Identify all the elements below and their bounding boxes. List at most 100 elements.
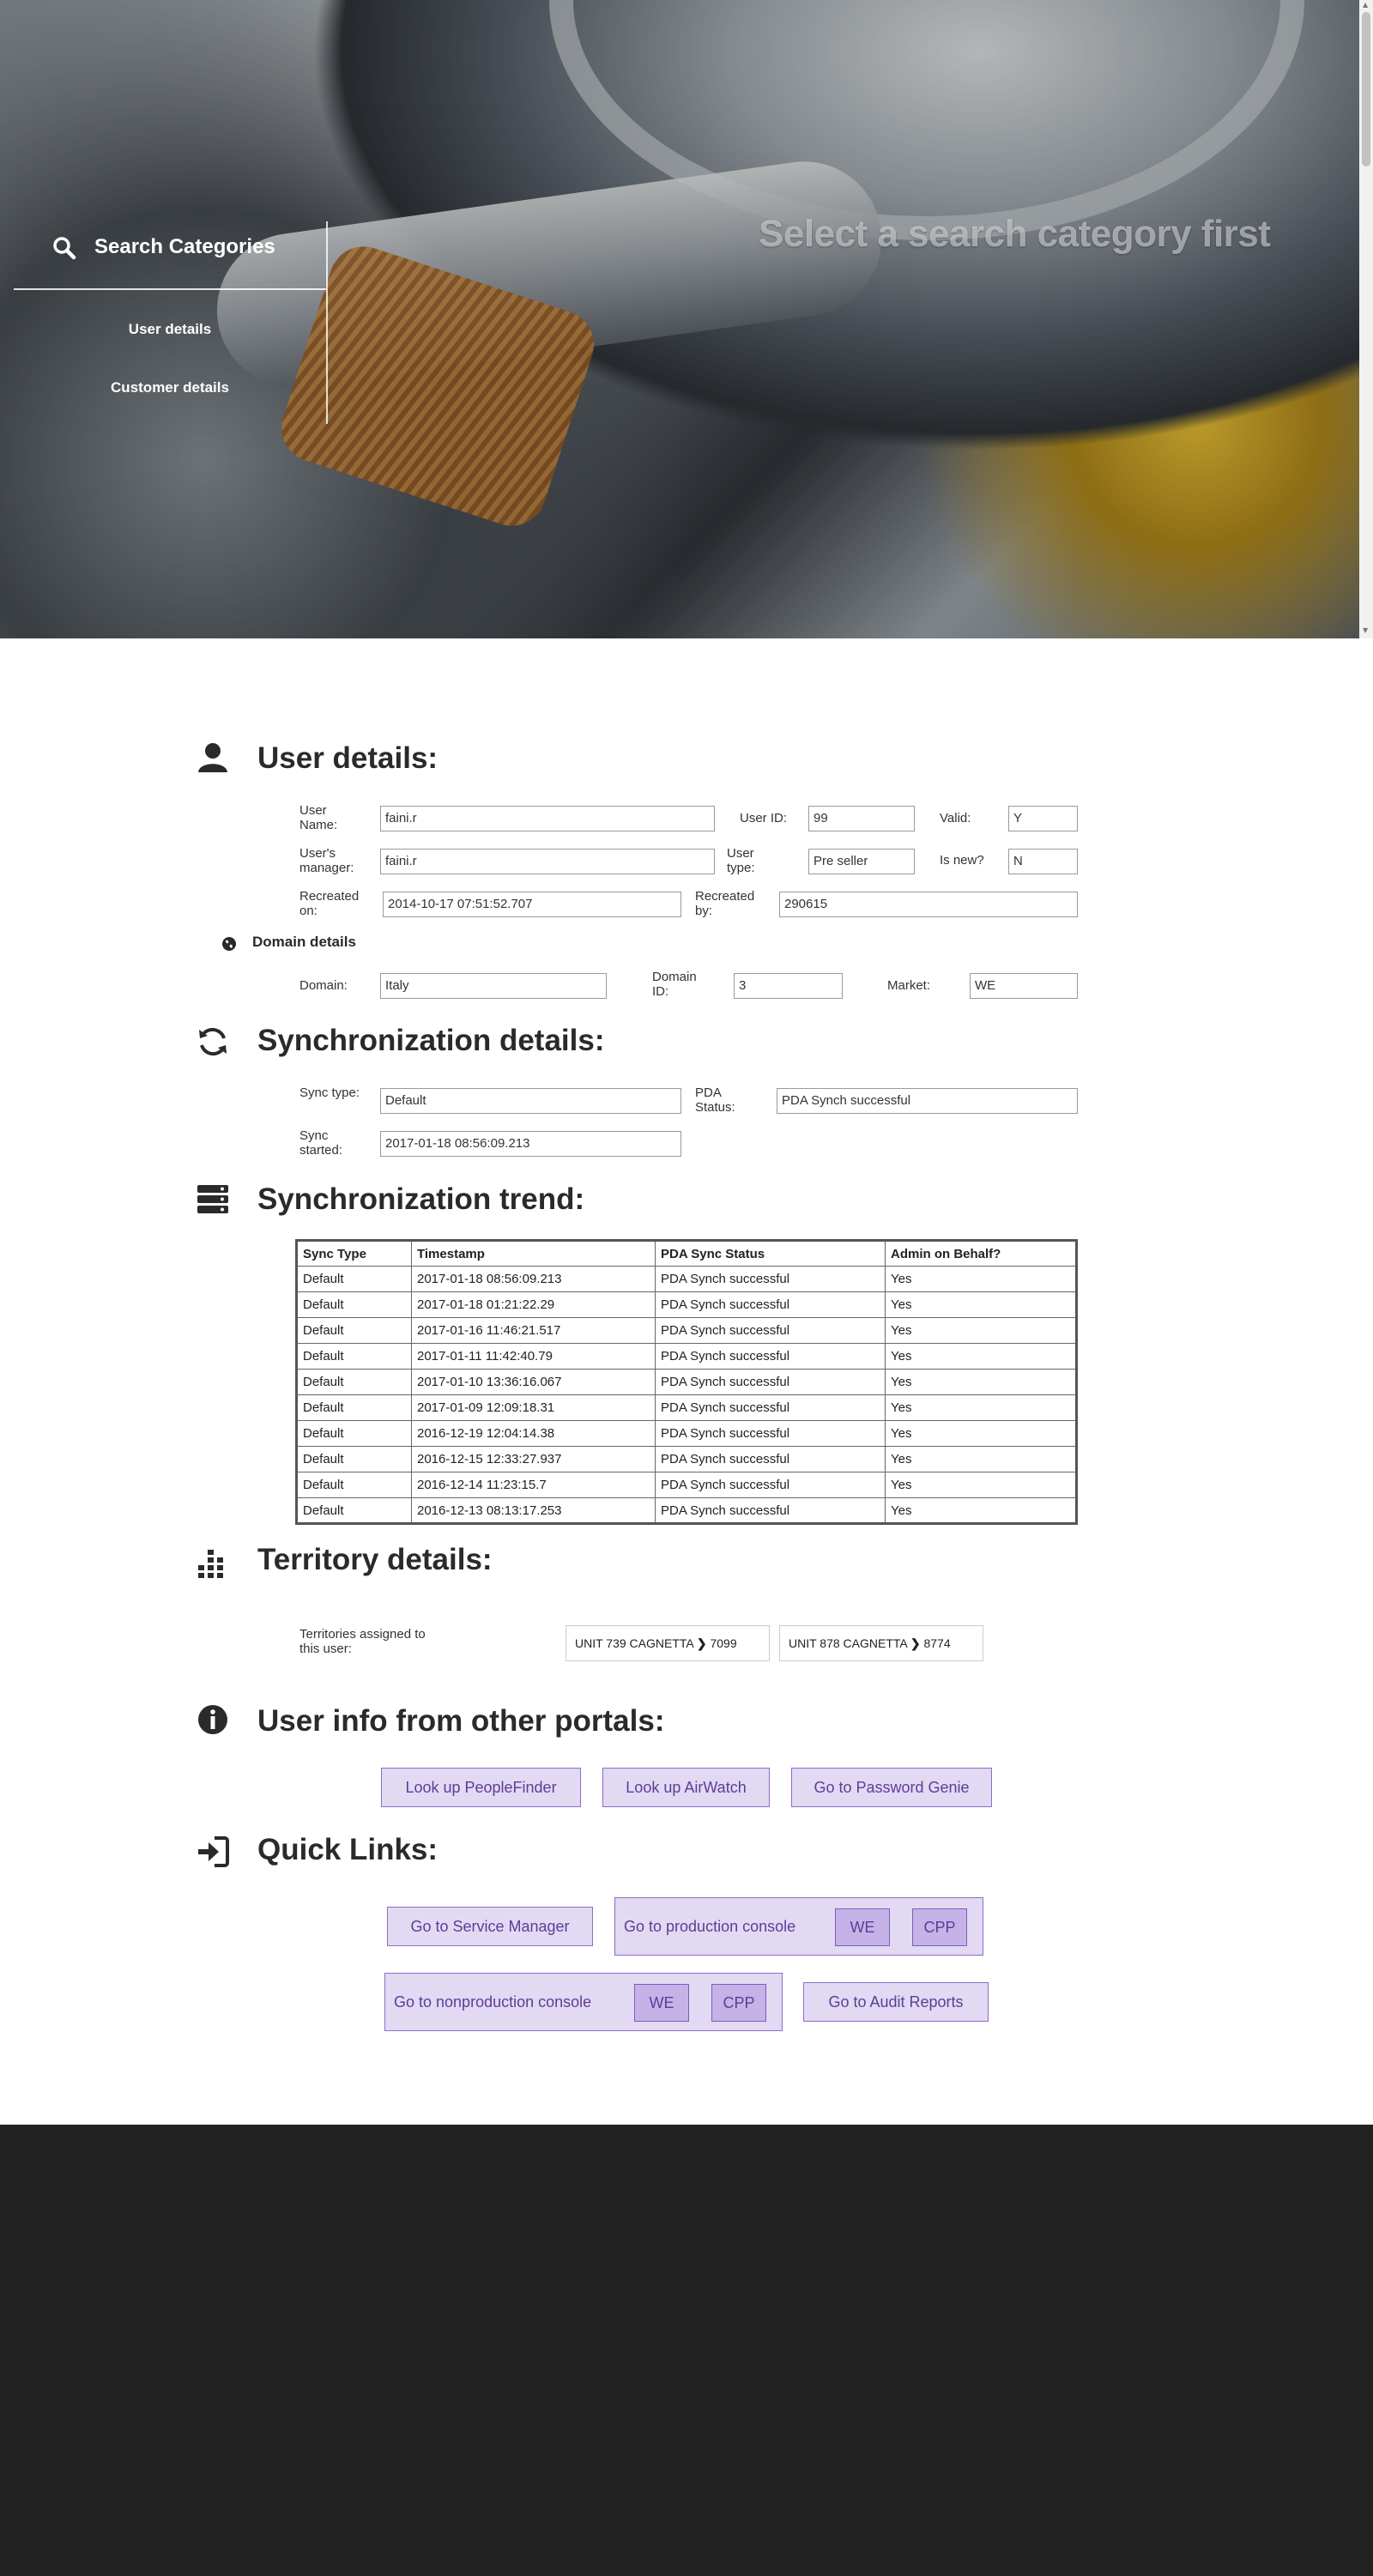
table-row: Default 2017-01-16 11:46:21.517 PDA Synch … — [296, 1317, 1077, 1344]
table-cell: 2016-12-19 12:04:14.38 — [411, 1420, 656, 1447]
recreated-by-field[interactable]: 290615 — [779, 892, 1078, 917]
pda-status-label: PDA Status: — [695, 1085, 735, 1115]
sign-in-icon — [198, 1836, 229, 1867]
sync-type-label: Sync type: — [299, 1085, 360, 1100]
search-icon — [53, 237, 76, 260]
table-cell: 2017-01-18 01:21:22.29 — [411, 1291, 656, 1318]
domain-field[interactable]: Italy — [380, 973, 607, 999]
portals-title: User info from other portals: — [257, 1704, 665, 1738]
territories-assigned-label: Territories assigned to this user: — [299, 1627, 426, 1656]
user-name-field[interactable]: faini.r — [380, 806, 715, 831]
domain-label: Domain: — [299, 978, 348, 993]
table-cell: Yes — [885, 1394, 1077, 1421]
table-cell: Default — [296, 1472, 412, 1498]
table-cell: 2017-01-09 12:09:18.31 — [411, 1394, 656, 1421]
table-row: Default 2017-01-09 12:09:18.31 PDA Synch s… — [296, 1394, 1077, 1421]
table-cell: Default — [296, 1266, 412, 1292]
user-type-field[interactable]: Pre seller — [808, 849, 915, 874]
search-panel-divider — [326, 221, 328, 424]
is-new-field[interactable]: N — [1008, 849, 1078, 874]
table-cell: 2017-01-11 11:42:40.79 — [411, 1343, 656, 1370]
manager-field[interactable]: faini.r — [380, 849, 715, 874]
table-cell: 2016-12-14 11:23:15.7 — [411, 1472, 656, 1498]
user-icon — [198, 743, 227, 772]
production-console-link[interactable]: Go to production console — [624, 1898, 795, 1955]
user-id-label: User ID: — [740, 811, 788, 825]
category-customer-details[interactable]: Customer details — [14, 379, 326, 396]
nonproduction-console-link[interactable]: Go to nonproduction console — [394, 1974, 591, 2030]
scrollbar-thumb[interactable] — [1362, 12, 1370, 166]
user-id-field[interactable]: 99 — [808, 806, 915, 831]
nonproduction-cpp-button[interactable]: CPP — [711, 1984, 766, 2022]
peoplefinder-button[interactable]: Look up PeopleFinder — [381, 1768, 581, 1807]
category-user-details[interactable]: User details — [14, 321, 326, 338]
pda-status-field[interactable]: PDA Synch successful — [777, 1088, 1078, 1114]
airwatch-button[interactable]: Look up AirWatch — [602, 1768, 770, 1807]
territory-details-title: Territory details: — [257, 1543, 493, 1576]
table-cell: Default — [296, 1497, 412, 1524]
nonproduction-console-group: Go to nonproduction console WE CPP — [384, 1973, 783, 2031]
user-type-label: User type: — [727, 846, 755, 875]
scroll-up-icon[interactable]: ▲ — [1363, 1, 1368, 9]
sync-icon — [199, 1027, 227, 1056]
table-cell: Yes — [885, 1266, 1077, 1292]
recreated-by-label: Recreated by: — [695, 889, 755, 918]
table-cell: 2017-01-16 11:46:21.517 — [411, 1317, 656, 1344]
sync-started-label: Sync started: — [299, 1128, 343, 1158]
sync-details-title: Synchronization details: — [257, 1024, 605, 1057]
table-cell: Yes — [885, 1343, 1077, 1370]
search-categories-panel: Search Categories User details Customer … — [14, 221, 328, 424]
valid-label: Valid: — [940, 811, 971, 825]
territory-item[interactable]: UNIT 739 CAGNETTA ❯ 7099 — [566, 1625, 770, 1661]
domain-details-title: Domain details — [252, 934, 356, 950]
sync-type-field[interactable]: Default — [380, 1088, 681, 1114]
table-cell: PDA Synch successful — [655, 1343, 886, 1370]
table-cell: PDA Synch successful — [655, 1472, 886, 1498]
recreated-on-label: Recreated on: — [299, 889, 360, 918]
scrollbar[interactable]: ▲ ▼ — [1359, 0, 1373, 638]
table-cell: Yes — [885, 1317, 1077, 1344]
recreated-on-field[interactable]: 2014-10-17 07:51:52.707 — [383, 892, 681, 917]
column-header: Timestamp — [411, 1240, 656, 1267]
page: Select a search category first Search Ca… — [0, 0, 1373, 2576]
is-new-label: Is new? — [940, 853, 984, 868]
table-cell: Default — [296, 1369, 412, 1395]
table-cell: Yes — [885, 1497, 1077, 1524]
table-row: Default 2017-01-18 01:21:22.29 PDA Synch s… — [296, 1291, 1077, 1318]
table-cell: Default — [296, 1291, 412, 1318]
table-row: Default 2016-12-15 12:33:27.937 PDA Synch … — [296, 1446, 1077, 1472]
table-cell: PDA Synch successful — [655, 1420, 886, 1447]
table-cell: Yes — [885, 1472, 1077, 1498]
table-cell: 2017-01-18 08:56:09.213 — [411, 1266, 656, 1292]
production-cpp-button[interactable]: CPP — [912, 1908, 967, 1946]
production-we-button[interactable]: WE — [835, 1908, 890, 1946]
user-name-label: User Name: — [299, 803, 338, 832]
password-genie-button[interactable]: Go to Password Genie — [791, 1768, 992, 1807]
table-cell: PDA Synch successful — [655, 1291, 886, 1318]
quick-links-title: Quick Links: — [257, 1833, 439, 1866]
manager-label: User's manager: — [299, 846, 354, 875]
table-cell: PDA Synch successful — [655, 1394, 886, 1421]
territory-name: UNIT 739 CAGNETTA — [575, 1636, 693, 1650]
territory-code: 7099 — [710, 1636, 737, 1650]
production-console-group: Go to production console WE CPP — [614, 1897, 983, 1956]
table-cell: PDA Synch successful — [655, 1266, 886, 1292]
table-cell: Yes — [885, 1369, 1077, 1395]
sync-started-field[interactable]: 2017-01-18 08:56:09.213 — [380, 1131, 681, 1157]
sync-trend-title: Synchronization trend: — [257, 1182, 585, 1216]
valid-field[interactable]: Y — [1008, 806, 1078, 831]
hero-title: Select a search category first — [759, 213, 1271, 255]
search-categories-header: Search Categories — [14, 221, 326, 290]
market-field[interactable]: WE — [970, 973, 1078, 999]
nonproduction-we-button[interactable]: WE — [634, 1984, 689, 2022]
audit-reports-button[interactable]: Go to Audit Reports — [803, 1982, 989, 2022]
territory-item[interactable]: UNIT 878 CAGNETTA ❯ 8774 — [779, 1625, 983, 1661]
service-manager-button[interactable]: Go to Service Manager — [387, 1907, 593, 1946]
scroll-down-icon[interactable]: ▼ — [1363, 626, 1368, 634]
domain-id-field[interactable]: 3 — [734, 973, 843, 999]
table-cell: Yes — [885, 1446, 1077, 1472]
column-header: PDA Sync Status — [655, 1240, 886, 1267]
column-header: Admin on Behalf? — [885, 1240, 1077, 1267]
table-cell: 2017-01-10 13:36:16.067 — [411, 1369, 656, 1395]
territory-icon — [198, 1550, 223, 1578]
